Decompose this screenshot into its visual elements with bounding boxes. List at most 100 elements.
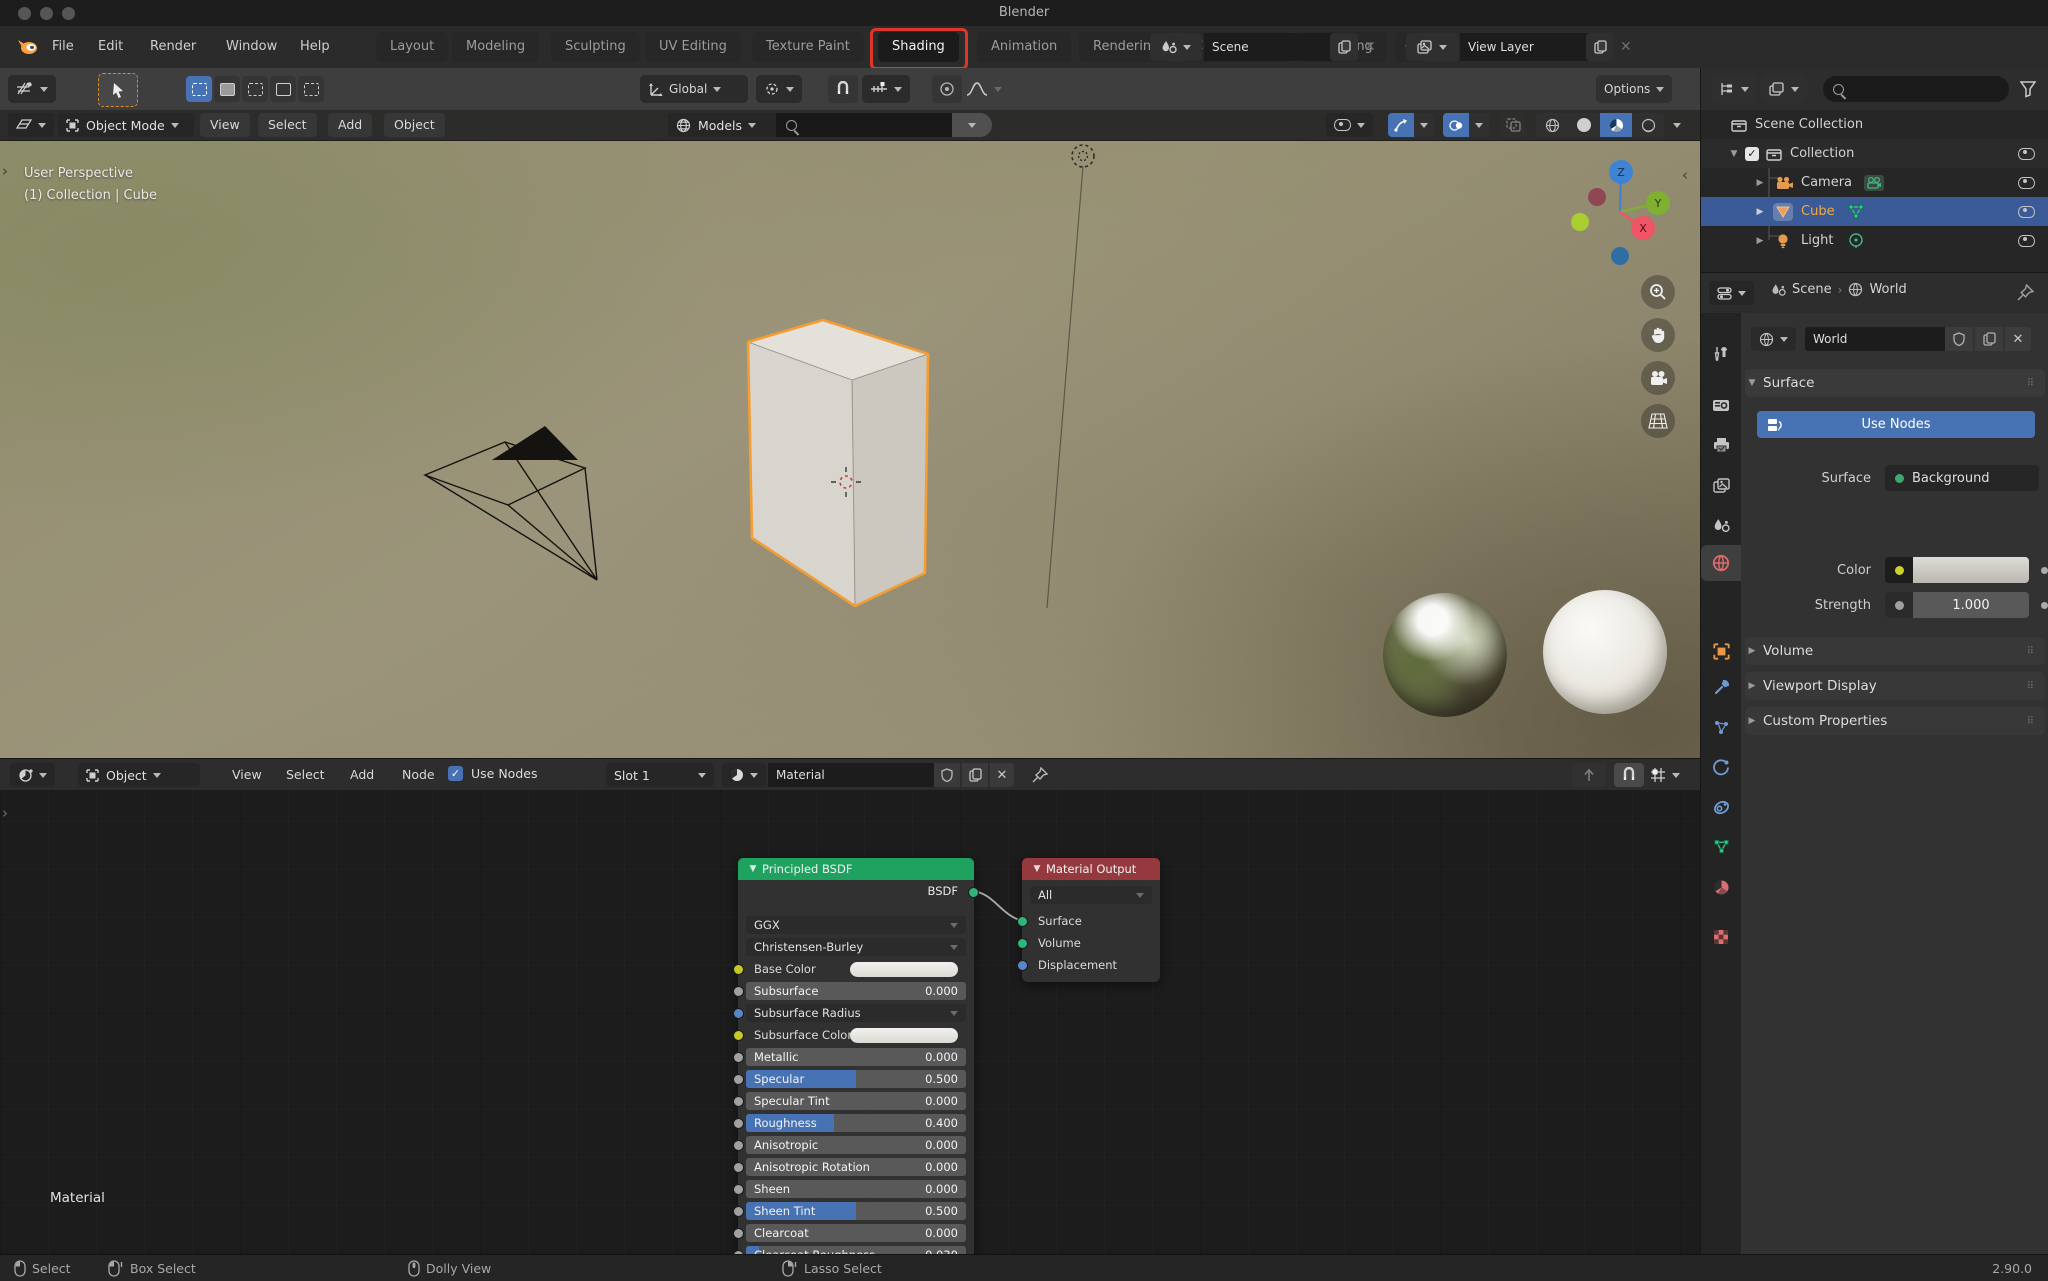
pivot-point-dropdown[interactable] [756, 75, 802, 103]
outliner-row-light[interactable]: ▶ Light [1701, 226, 2048, 255]
properties-editor-type-dropdown[interactable] [1709, 281, 1754, 305]
proportional-editing-button[interactable] [932, 75, 962, 103]
shader-menu-select[interactable]: Select [276, 763, 335, 787]
minimize-window-button[interactable] [40, 7, 53, 20]
volume-panel-header[interactable]: ▶ Volume ⠿ [1745, 637, 2045, 665]
camera-view-button[interactable] [1641, 361, 1675, 395]
snap-toggle-button[interactable] [828, 75, 858, 103]
material-copy-button[interactable] [962, 763, 988, 787]
shader-menu-node[interactable]: Node [392, 763, 445, 787]
breadcrumb-scene[interactable]: Scene [1792, 282, 1832, 297]
socket-roughness[interactable] [733, 1118, 744, 1129]
world-browse-dropdown[interactable] [1751, 327, 1796, 351]
scene-copy-button[interactable] [1330, 33, 1358, 61]
strength-field[interactable]: 1.000 [1885, 592, 2029, 618]
tab-shading[interactable]: Shading [878, 32, 959, 62]
asset-search-input[interactable] [776, 113, 962, 137]
socket-specular[interactable] [733, 1074, 744, 1085]
tab-uv-editing[interactable]: UV Editing [645, 32, 741, 62]
scene-unlink-button[interactable]: ✕ [1364, 39, 1376, 55]
select-mode-set[interactable] [186, 76, 212, 102]
viewport-3d[interactable]: Object Mode View Select Add Object Model… [0, 110, 1700, 758]
snap-target-dropdown[interactable] [862, 75, 910, 103]
tab-constraints[interactable] [1701, 789, 1741, 825]
filter-funnel-icon[interactable] [2019, 80, 2037, 98]
param-sheen-tint[interactable]: Sheen Tint 0.500 [746, 1202, 966, 1220]
collapse-icon[interactable]: ▼ [1030, 864, 1044, 874]
sidebar-expand-chevron[interactable]: ‹ [1682, 166, 1688, 184]
world-copy-button[interactable] [1975, 327, 2003, 351]
world-unlink-button[interactable]: ✕ [2005, 327, 2031, 351]
editor-type-dropdown[interactable] [10, 763, 55, 787]
socket-anisotropic-rotation[interactable] [733, 1162, 744, 1173]
color-swatch[interactable] [1913, 557, 2029, 583]
active-tool-dropdown[interactable] [8, 75, 56, 103]
tab-modifiers[interactable] [1701, 669, 1741, 705]
viewport-menu-add[interactable]: Add [328, 113, 373, 137]
tab-sculpting[interactable]: Sculpting [551, 32, 640, 62]
gizmo-toggle-button[interactable] [1388, 113, 1414, 137]
tab-scene[interactable] [1701, 507, 1741, 543]
socket-volume-input[interactable] [1017, 938, 1028, 949]
tab-render[interactable] [1701, 387, 1741, 423]
object-visibility-dropdown[interactable] [1326, 113, 1373, 137]
light-data-badge[interactable] [1847, 232, 1865, 250]
use-nodes-checkbox[interactable]: ✓ Use Nodes [448, 766, 537, 781]
param-roughness[interactable]: Roughness 0.400 [746, 1114, 966, 1132]
hide-eye-icon[interactable] [2018, 176, 2035, 189]
custom-properties-panel-header[interactable]: ▶ Custom Properties ⠿ [1745, 707, 2045, 735]
collapse-icon[interactable]: ▼ [746, 864, 760, 874]
tab-physics[interactable] [1701, 749, 1741, 785]
param-anisotropic[interactable]: Anisotropic 0.000 [746, 1136, 966, 1154]
subsurface-color-swatch[interactable] [850, 1027, 958, 1043]
tab-texture-paint[interactable]: Texture Paint [752, 32, 864, 62]
pin-icon[interactable] [1032, 767, 1048, 783]
material-preview-sphere[interactable] [1543, 590, 1667, 714]
param-subsurface-method[interactable]: Christensen-Burley [746, 938, 966, 956]
expand-icon[interactable]: ▶ [1753, 178, 1767, 188]
panel-grip[interactable]: ⠿ [2027, 681, 2035, 692]
expand-icon[interactable]: ▶ [1753, 207, 1767, 217]
socket-sheen-tint[interactable] [733, 1206, 744, 1217]
tab-output[interactable] [1701, 427, 1741, 463]
menu-file[interactable]: File [44, 26, 82, 68]
select-mode-invert[interactable] [270, 76, 296, 102]
tab-particles[interactable] [1701, 709, 1741, 745]
shader-menu-add[interactable]: Add [340, 763, 384, 787]
viewport-menu-view[interactable]: View [200, 113, 250, 137]
param-clearcoat[interactable]: Clearcoat 0.000 [746, 1224, 966, 1242]
color-keyframe-dot[interactable] [2041, 567, 2048, 574]
shading-wireframe-button[interactable] [1536, 113, 1568, 137]
tab-material[interactable] [1701, 869, 1741, 905]
strength-keyframe-dot[interactable] [2041, 602, 2048, 609]
socket-anisotropic[interactable] [733, 1140, 744, 1151]
param-base-color[interactable]: Base Color [746, 960, 966, 978]
node-snap-toggle-button[interactable] [1614, 763, 1644, 787]
tab-object[interactable] [1701, 633, 1741, 669]
outliner-row-cube[interactable]: ▶ Cube [1701, 197, 2048, 226]
menu-edit[interactable]: Edit [90, 26, 131, 68]
viewport-menu-select[interactable]: Select [258, 113, 317, 137]
outliner-filter-dropdown[interactable] [1761, 75, 1807, 103]
outliner-row-scene-collection[interactable]: Scene Collection [1701, 110, 2048, 139]
menu-help[interactable]: Help [292, 26, 338, 68]
node-material-output[interactable]: ▼ Material Output All Surface Volume Dis… [1017, 858, 1160, 982]
surface-shader-field[interactable]: Background [1885, 465, 2039, 491]
hdri-preview-sphere[interactable] [1383, 593, 1507, 717]
navigation-gizmo[interactable]: Z Y X [1560, 160, 1680, 275]
panel-grip[interactable]: ⠿ [2027, 378, 2035, 389]
view-layer-name-field[interactable]: View Layer [1460, 33, 1600, 61]
socket-metallic[interactable] [733, 1052, 744, 1063]
input-displacement[interactable]: Displacement [1030, 956, 1250, 974]
zoom-window-button[interactable] [62, 7, 75, 20]
shader-type-dropdown[interactable]: Object [78, 763, 200, 787]
orthographic-toggle-button[interactable] [1641, 404, 1675, 438]
expand-icon[interactable]: ▼ [1727, 149, 1741, 159]
param-specular[interactable]: Specular 0.500 [746, 1070, 966, 1088]
fake-user-shield-button[interactable] [934, 763, 960, 787]
param-specular-tint[interactable]: Specular Tint 0.000 [746, 1092, 966, 1110]
socket-bsdf-output[interactable] [968, 887, 979, 898]
material-unlink-button[interactable]: ✕ [990, 763, 1014, 787]
node-principled-bsdf[interactable]: ▼ Principled BSDF BSDF GGX Christensen-B… [733, 858, 979, 1254]
world-fake-user-button[interactable] [1945, 327, 1973, 351]
